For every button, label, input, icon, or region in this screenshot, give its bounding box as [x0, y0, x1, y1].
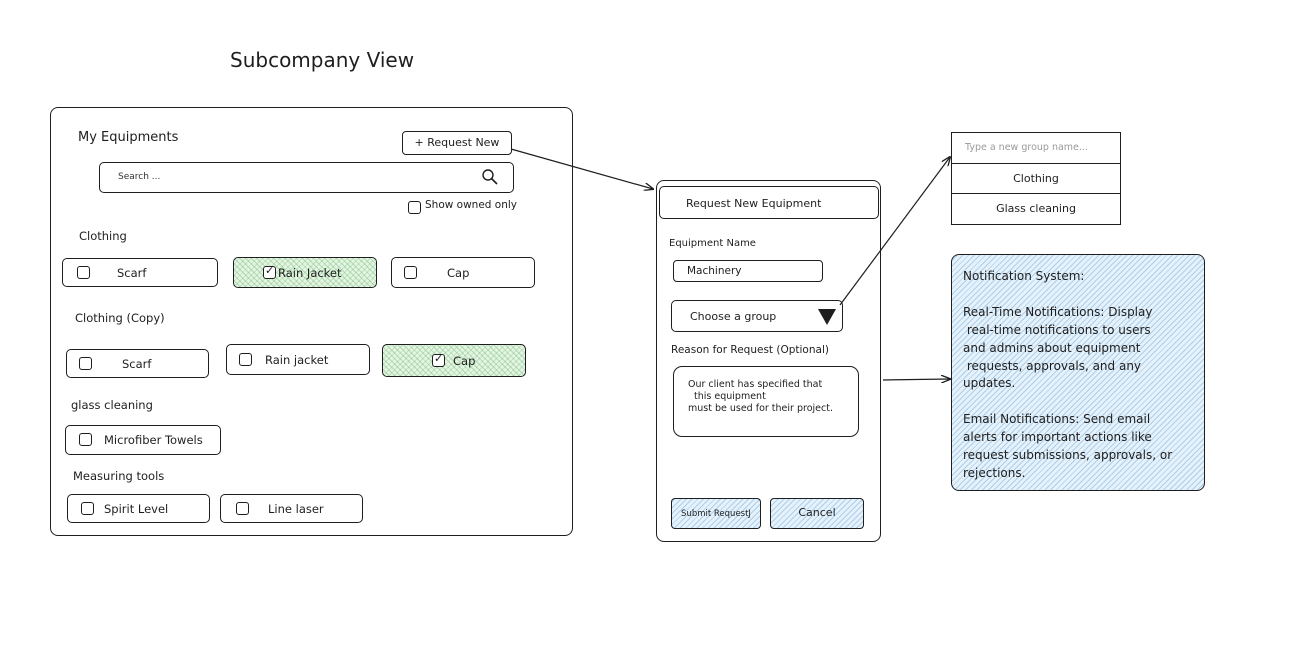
item-checkbox[interactable]	[79, 356, 92, 370]
group-label-glass-cleaning: glass cleaning	[71, 398, 153, 412]
cancel-label: Cancel	[798, 506, 836, 519]
equipment-name-value: Machinery	[687, 265, 742, 277]
item-checkbox[interactable]	[77, 265, 90, 279]
item-checkbox[interactable]	[239, 352, 252, 366]
show-owned-label: Show owned only	[425, 199, 518, 211]
group-label-clothing: Clothing	[79, 229, 127, 243]
equipment-item[interactable]: Cap	[391, 257, 535, 288]
request-form-title: Request New Equipment	[686, 197, 822, 210]
item-label: Cap	[447, 265, 470, 280]
equipment-item[interactable]: Rain jacket	[226, 344, 370, 375]
group-label-measuring-tools: Measuring tools	[73, 469, 165, 483]
item-label: Rain Jacket	[278, 265, 342, 280]
dropdown-option-label: Clothing	[1013, 172, 1059, 185]
item-label: Spirit Level	[104, 501, 169, 516]
equipment-item[interactable]: Spirit Level	[67, 494, 210, 523]
equipment-item[interactable]: Cap	[382, 344, 526, 377]
equipment-item[interactable]: Scarf	[62, 258, 218, 287]
item-label: Microfiber Towels	[104, 433, 203, 447]
dropdown-option[interactable]: Clothing	[952, 164, 1120, 194]
item-checkbox[interactable]	[79, 433, 92, 446]
dropdown-option[interactable]: Glass cleaning	[952, 194, 1120, 224]
search-placeholder: Search ...	[118, 172, 161, 182]
request-new-button[interactable]: + Request New	[402, 131, 512, 155]
group-select[interactable]: Choose a group	[671, 300, 843, 332]
submit-request-label: Submit RequestJ	[681, 509, 751, 519]
new-group-input[interactable]: Type a new group name...	[952, 133, 1120, 164]
equipment-item[interactable]: Rain Jacket	[233, 257, 377, 288]
reason-label: Reason for Request (Optional)	[671, 344, 829, 356]
item-label: Scarf	[122, 356, 152, 371]
item-checkbox[interactable]	[81, 501, 94, 515]
equipment-item[interactable]: Scarf	[66, 349, 209, 378]
arrow-to-notification-note	[882, 379, 950, 380]
item-label: Rain jacket	[265, 352, 329, 367]
equipments-panel: My Equipments + Request New Search ... S…	[50, 107, 573, 536]
item-label: Cap	[453, 353, 476, 368]
notification-note: Notification System: Real-Time Notificat…	[951, 254, 1205, 491]
submit-request-button[interactable]: Submit RequestJ	[671, 498, 761, 529]
new-group-placeholder: Type a new group name...	[965, 142, 1088, 153]
notification-note-text: Notification System: Real-Time Notificat…	[963, 269, 1173, 480]
group-select-value: Choose a group	[690, 310, 777, 323]
item-checkbox[interactable]	[236, 501, 249, 515]
triangle-down-icon[interactable]	[817, 308, 837, 326]
dropdown-option-label: Glass cleaning	[996, 202, 1076, 215]
search-input[interactable]: Search ...	[99, 162, 514, 193]
equipments-title: My Equipments	[78, 130, 179, 145]
equipment-name-label: Equipment Name	[669, 238, 756, 249]
request-form-panel: Request New Equipment Equipment Name Mac…	[656, 180, 881, 542]
equipment-name-input[interactable]: Machinery	[673, 260, 823, 282]
cancel-button[interactable]: Cancel	[770, 498, 864, 529]
equipment-item[interactable]: Line laser	[220, 494, 363, 523]
group-label-clothing-copy: Clothing (Copy)	[75, 311, 165, 325]
show-owned-checkbox[interactable]	[408, 201, 421, 214]
request-form-title-box: Request New Equipment	[659, 186, 879, 219]
page-title: Subcompany View	[230, 48, 415, 72]
group-dropdown-list: Type a new group name... Clothing Glass …	[951, 132, 1121, 225]
item-label: Line laser	[268, 501, 324, 516]
item-label: Scarf	[117, 265, 147, 280]
equipment-item[interactable]: Microfiber Towels	[65, 425, 221, 455]
item-checkbox[interactable]	[404, 265, 417, 279]
item-checkbox[interactable]	[432, 352, 445, 367]
request-new-label: + Request New	[414, 136, 500, 149]
search-icon[interactable]	[481, 168, 499, 186]
reason-textarea[interactable]: Our client has specified that this equip…	[673, 366, 859, 437]
item-checkbox[interactable]	[263, 264, 276, 279]
reason-value: Our client has specified that this equip…	[688, 379, 833, 414]
